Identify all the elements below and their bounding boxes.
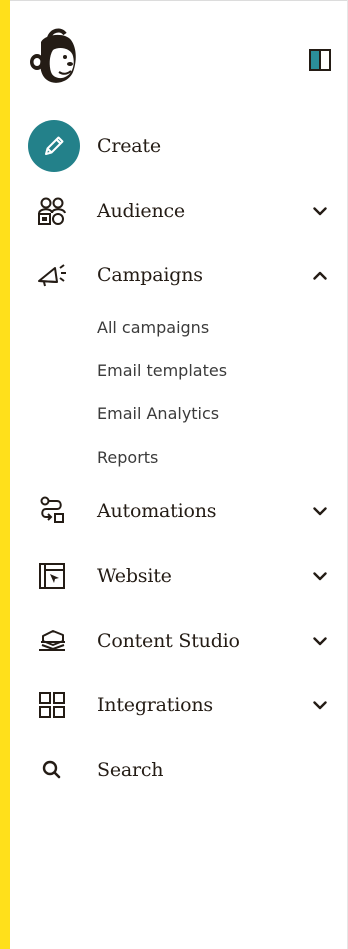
sidebar-toggle-button[interactable] (309, 49, 331, 71)
create-circle (28, 120, 80, 172)
chevron-down-icon[interactable] (310, 566, 330, 586)
nav-campaigns[interactable]: Campaigns (10, 248, 348, 302)
accent-bar (0, 0, 10, 949)
nav-website[interactable]: Website (10, 549, 348, 603)
content-studio-icon (34, 623, 70, 659)
website-icon (34, 558, 70, 594)
megaphone-icon (34, 257, 70, 293)
subnav-email-analytics[interactable]: Email Analytics (97, 399, 219, 429)
nav-content-studio[interactable]: Content Studio (10, 614, 348, 668)
nav-integrations[interactable]: Integrations (10, 678, 348, 732)
nav-audience[interactable]: Audience (10, 184, 348, 238)
nav-automations-label: Automations (97, 500, 217, 522)
subnav-all-campaigns[interactable]: All campaigns (97, 313, 209, 343)
subnav-reports[interactable]: Reports (97, 443, 158, 473)
audience-icon (34, 193, 70, 229)
integrations-icon (34, 687, 70, 723)
nav-search-label: Search (97, 759, 164, 781)
chevron-up-icon[interactable] (310, 265, 330, 285)
nav-campaigns-label: Campaigns (97, 264, 203, 286)
chevron-down-icon[interactable] (310, 631, 330, 651)
pencil-icon (45, 136, 64, 155)
chevron-down-icon[interactable] (310, 501, 330, 521)
nav-create-label: Create (97, 135, 161, 157)
chevron-down-icon[interactable] (310, 201, 330, 221)
nav-audience-label: Audience (97, 200, 185, 222)
nav-automations[interactable]: Automations (10, 484, 348, 538)
create-button[interactable] (28, 120, 80, 172)
sidebar-toggle-icon (309, 49, 331, 71)
nav-create[interactable]: Create (10, 119, 348, 173)
chevron-down-icon[interactable] (310, 695, 330, 715)
nav-search[interactable]: Search (10, 743, 348, 797)
automations-icon (34, 493, 70, 529)
top-border (0, 0, 348, 1)
search-icon (34, 752, 70, 788)
mailchimp-freddie-logo[interactable] (27, 28, 81, 88)
nav-content-studio-label: Content Studio (97, 630, 240, 652)
nav-integrations-label: Integrations (97, 694, 213, 716)
nav-website-label: Website (97, 565, 172, 587)
subnav-email-templates[interactable]: Email templates (97, 356, 227, 386)
